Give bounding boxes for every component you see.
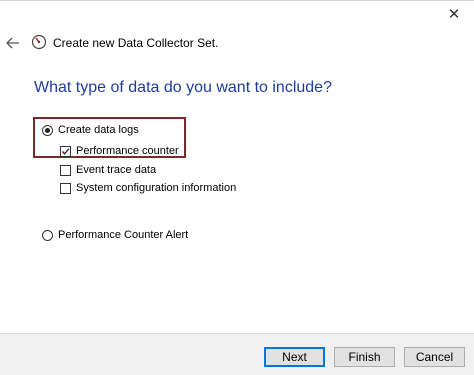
- performance-counter-checkbox[interactable]: [60, 145, 71, 157]
- close-button[interactable]: ✕: [434, 0, 474, 28]
- system-configuration-checkbox[interactable]: [60, 182, 71, 194]
- performance-counter-alert-radio[interactable]: [42, 229, 53, 241]
- create-data-logs-label: Create data logs: [58, 124, 139, 136]
- performance-monitor-icon: [31, 34, 47, 50]
- checkmark-icon: [62, 147, 70, 155]
- event-trace-data-checkbox[interactable]: [60, 164, 71, 176]
- performance-counter-label: Performance counter: [76, 145, 179, 157]
- window-top-border: [0, 0, 474, 1]
- performance-counter-alert-option[interactable]: Performance Counter Alert: [42, 229, 188, 241]
- event-trace-data-option[interactable]: Event trace data: [60, 164, 156, 176]
- close-icon: ✕: [447, 6, 461, 23]
- create-data-logs-option[interactable]: Create data logs: [42, 124, 139, 136]
- performance-counter-alert-label: Performance Counter Alert: [58, 229, 189, 241]
- finish-button[interactable]: Finish: [334, 347, 395, 367]
- cancel-button[interactable]: Cancel: [404, 347, 465, 367]
- window-title: Create new Data Collector Set.: [53, 36, 219, 50]
- performance-counter-option[interactable]: Performance counter: [60, 145, 179, 157]
- back-arrow-icon: [6, 37, 19, 49]
- page-heading: What type of data do you want to include…: [34, 79, 332, 96]
- create-data-logs-radio[interactable]: [42, 124, 53, 136]
- back-button[interactable]: [4, 34, 22, 52]
- event-trace-data-label: Event trace data: [76, 164, 157, 176]
- button-bar: [0, 333, 474, 375]
- system-configuration-label: System configuration information: [76, 182, 237, 194]
- next-button[interactable]: Next: [264, 347, 325, 367]
- system-configuration-option[interactable]: System configuration information: [60, 182, 236, 194]
